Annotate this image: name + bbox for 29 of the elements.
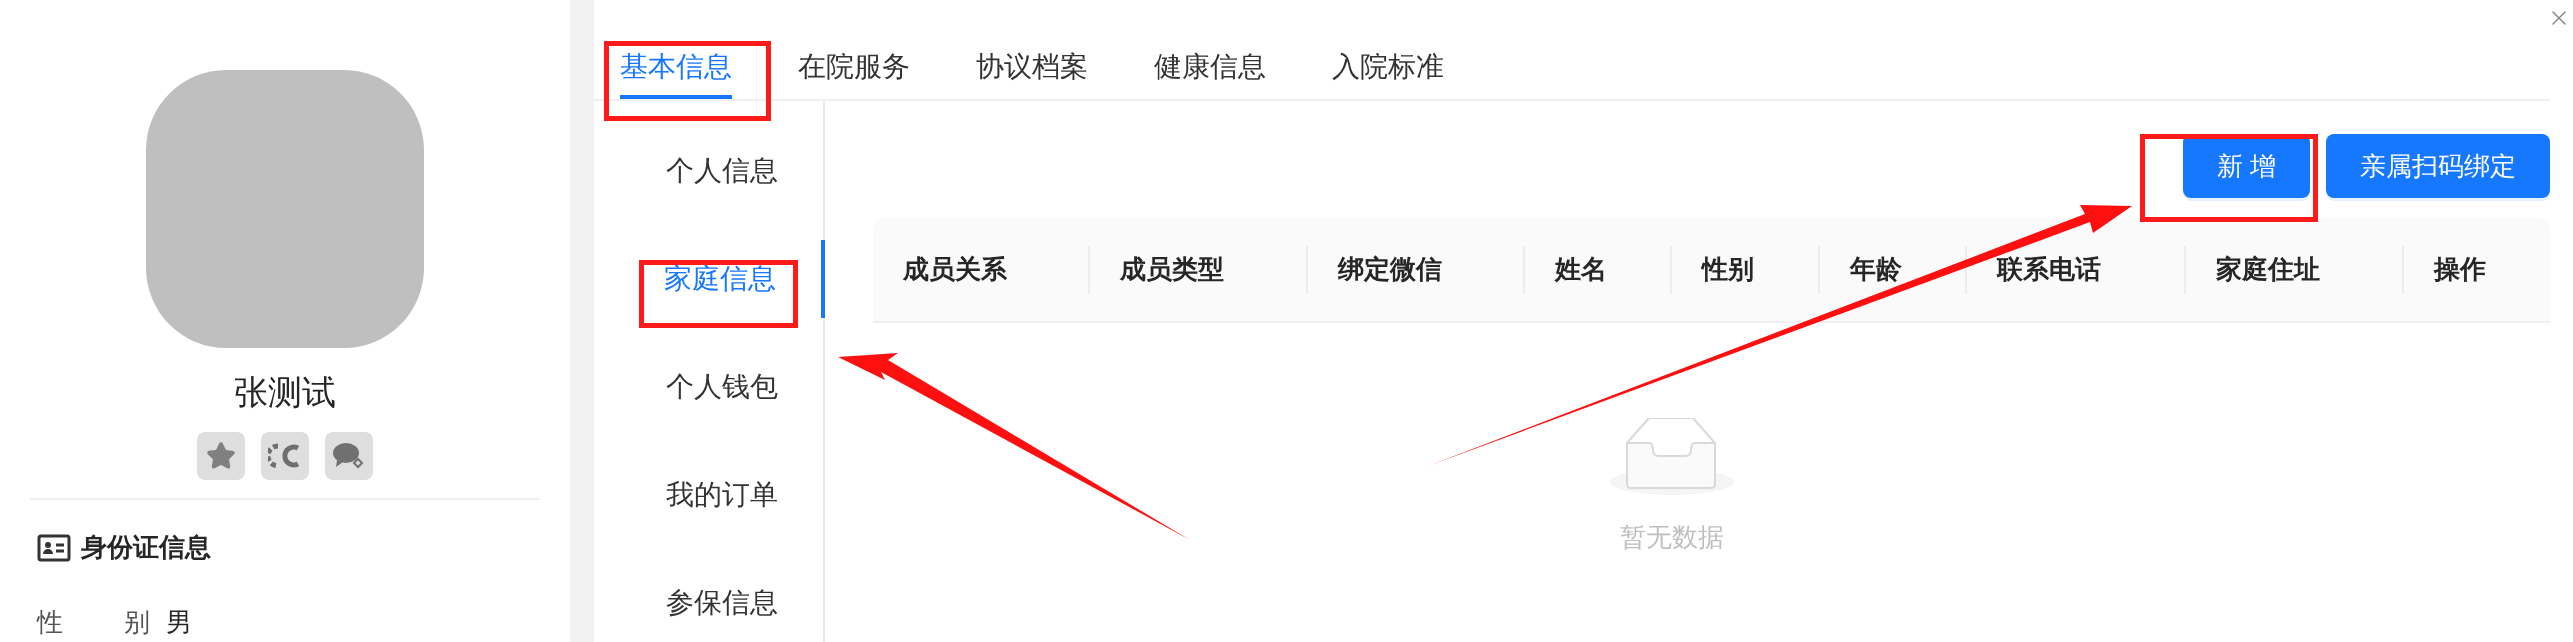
sidebar-item[interactable]: 个人信息	[594, 132, 823, 210]
section-title: 身份证信息	[81, 531, 211, 564]
column-header: 成员类型	[1120, 253, 1224, 286]
sidebar-item[interactable]: 参保信息	[594, 564, 823, 642]
tab[interactable]: 入院标准	[1332, 29, 1444, 99]
field-value: 男	[166, 606, 193, 639]
tab[interactable]: 在院服务	[798, 29, 910, 99]
column-header: 成员关系	[903, 253, 1007, 286]
tab[interactable]: 健康信息	[1154, 29, 1266, 99]
column-header: 联系电话	[1997, 253, 2101, 286]
chat-icon[interactable]	[325, 432, 373, 480]
empty-text: 暂无数据	[1619, 521, 1724, 554]
sidebar-item[interactable]: 家庭信息	[594, 240, 825, 318]
profile-name: 张测试	[234, 372, 336, 413]
sidebar-item[interactable]: 个人钱包	[594, 348, 823, 426]
ring-icon[interactable]	[261, 432, 309, 480]
tab[interactable]: 基本信息	[620, 29, 732, 99]
column-header: 绑定微信	[1338, 253, 1442, 286]
column-header: 姓名	[1555, 253, 1607, 286]
sidebar-item[interactable]: 我的订单	[594, 456, 823, 534]
action-button[interactable]: 亲属扫码绑定	[2326, 134, 2550, 198]
id-card-icon	[37, 533, 71, 562]
field-label: 性 别	[37, 606, 151, 639]
column-header: 年龄	[1850, 253, 1902, 286]
column-header: 性别	[1702, 253, 1754, 286]
tab[interactable]: 协议档案	[976, 29, 1088, 99]
column-header: 操作	[2434, 253, 2486, 286]
column-header: 家庭住址	[2216, 253, 2320, 286]
empty-tray-icon	[1608, 418, 1735, 498]
